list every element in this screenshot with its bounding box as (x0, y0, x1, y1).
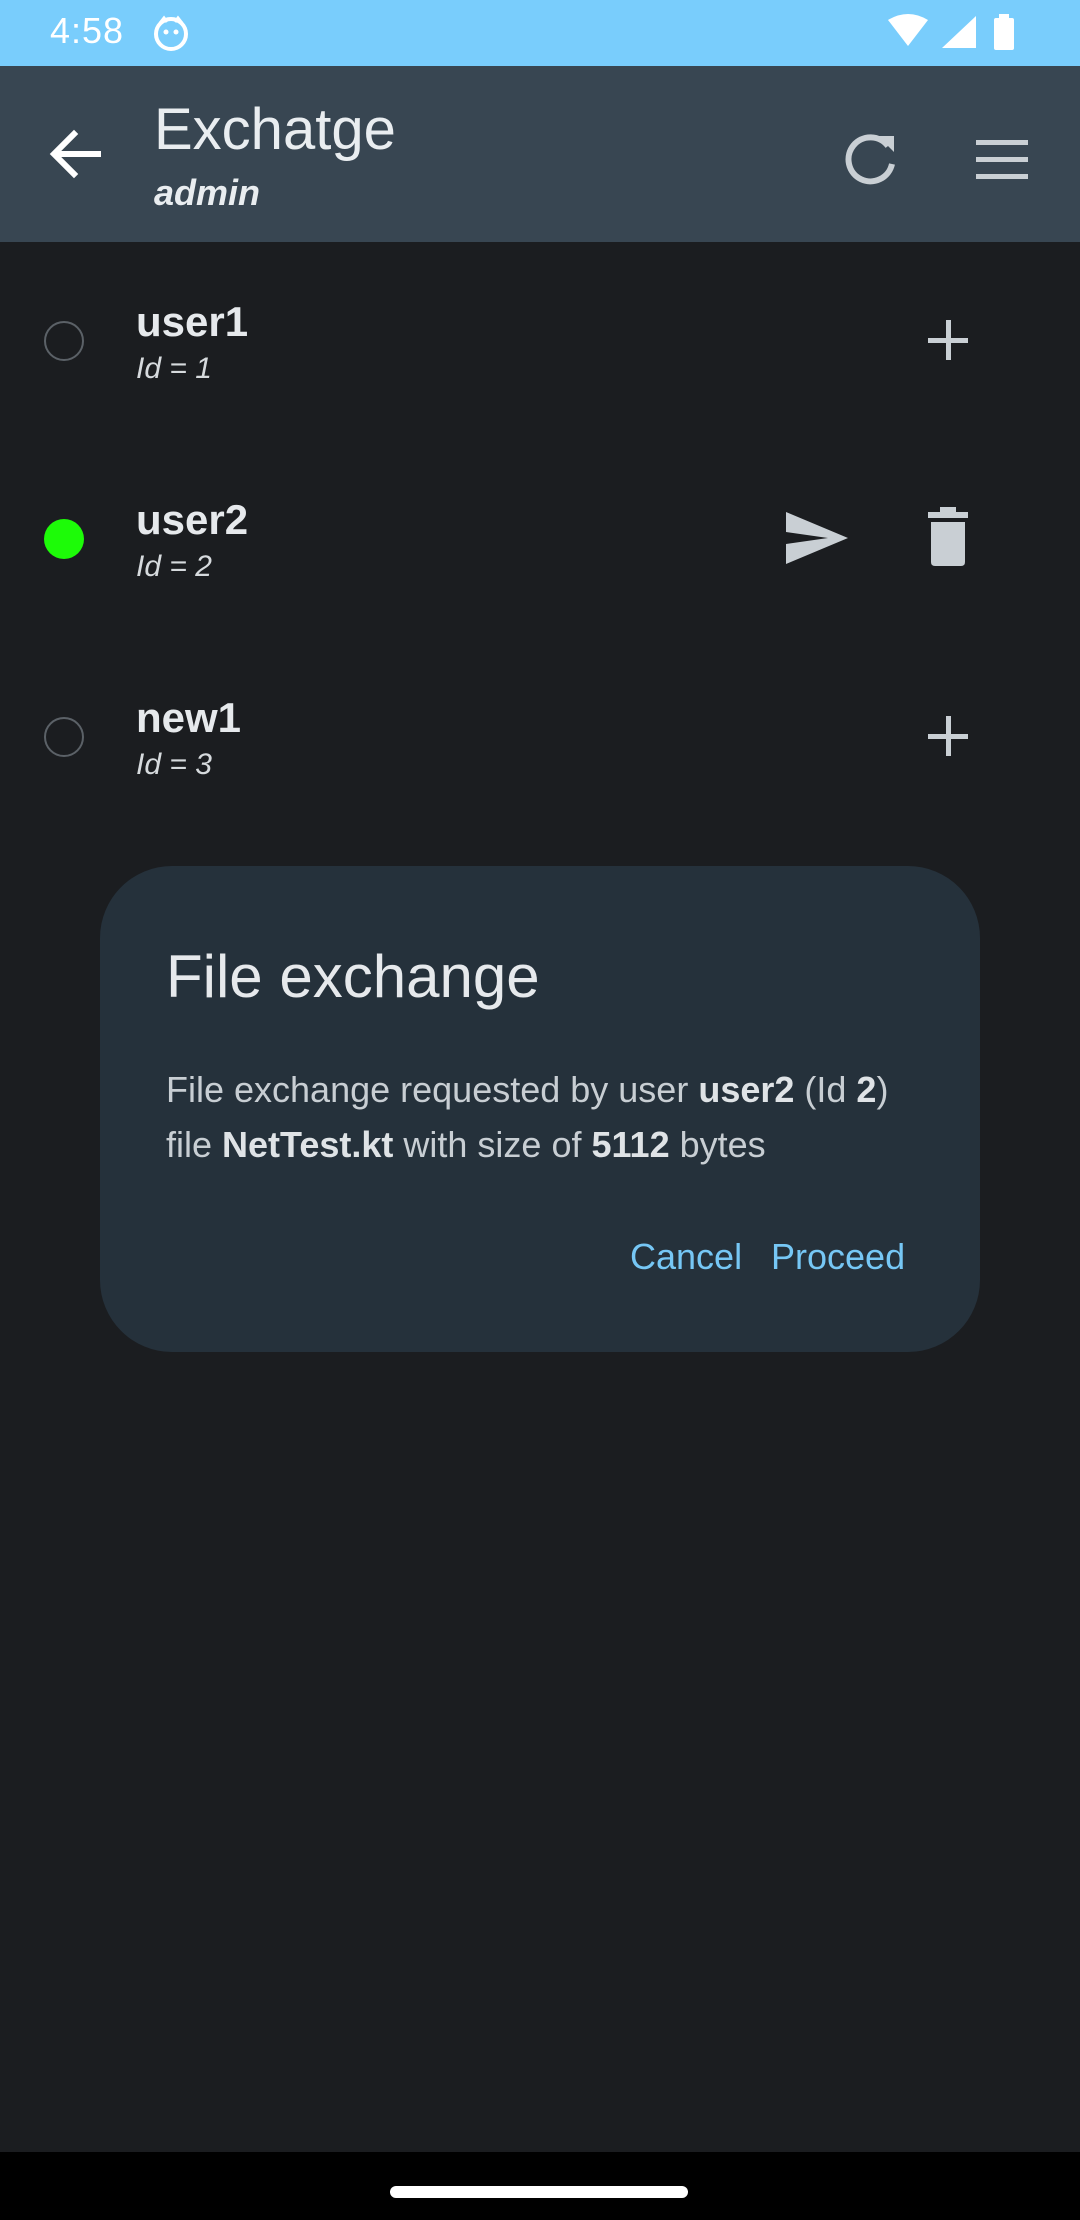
app-subtitle: admin (154, 172, 261, 213)
list-item[interactable]: user1 Id = 1 (0, 242, 1080, 440)
status-bar: 4:58 (0, 0, 1080, 66)
status-indicator (44, 717, 84, 757)
navigation-bar (0, 2152, 1080, 2220)
proceed-button[interactable]: Proceed (771, 1236, 905, 1278)
user-id: Id = 2 (136, 550, 212, 583)
list-item[interactable]: new1 Id = 3 (0, 638, 1080, 836)
status-indicator (44, 321, 84, 361)
message-text: bytes (669, 1124, 766, 1165)
user-id: Id = 1 (136, 352, 212, 385)
refresh-icon[interactable] (832, 122, 908, 198)
message-file: NetTest.kt (222, 1124, 394, 1165)
message-user: user2 (698, 1069, 795, 1110)
signal-icon (942, 16, 976, 48)
dialog-message: File exchange requested by user user2 (I… (166, 1062, 926, 1172)
list-item[interactable]: user2 Id = 2 (0, 440, 1080, 638)
notification-app-icon (154, 15, 188, 51)
plus-icon[interactable] (908, 300, 988, 380)
home-gesture-handle[interactable] (390, 2186, 688, 2198)
message-size: 5112 (591, 1124, 670, 1165)
wifi-icon (888, 14, 928, 46)
message-text: (Id (794, 1069, 857, 1110)
app-screen: 4:58 Exchatge admin user1 Id = 1 user2 I… (0, 0, 1080, 2220)
dialog-title: File exchange (166, 943, 540, 1010)
user-id: Id = 3 (136, 748, 212, 781)
message-id: 2 (856, 1069, 877, 1110)
app-title: Exchatge (154, 97, 396, 162)
user-name: user1 (136, 298, 249, 345)
status-icons (888, 14, 1014, 50)
app-bar: Exchatge admin (0, 66, 1080, 242)
hamburger-menu-icon[interactable] (964, 122, 1040, 198)
user-name: new1 (136, 694, 242, 741)
message-text: with size of (393, 1124, 592, 1165)
user-name: user2 (136, 496, 249, 543)
status-indicator (44, 519, 84, 559)
send-icon[interactable] (776, 498, 856, 578)
cancel-button[interactable]: Cancel (630, 1236, 742, 1278)
battery-icon (994, 18, 1014, 50)
arrow-left-icon[interactable] (38, 116, 114, 192)
file-exchange-dialog: File exchange File exchange requested by… (100, 866, 980, 1352)
trash-icon[interactable] (908, 498, 988, 578)
plus-icon[interactable] (908, 696, 988, 776)
status-time: 4:58 (50, 10, 125, 51)
message-text: File exchange requested by user (166, 1069, 699, 1110)
